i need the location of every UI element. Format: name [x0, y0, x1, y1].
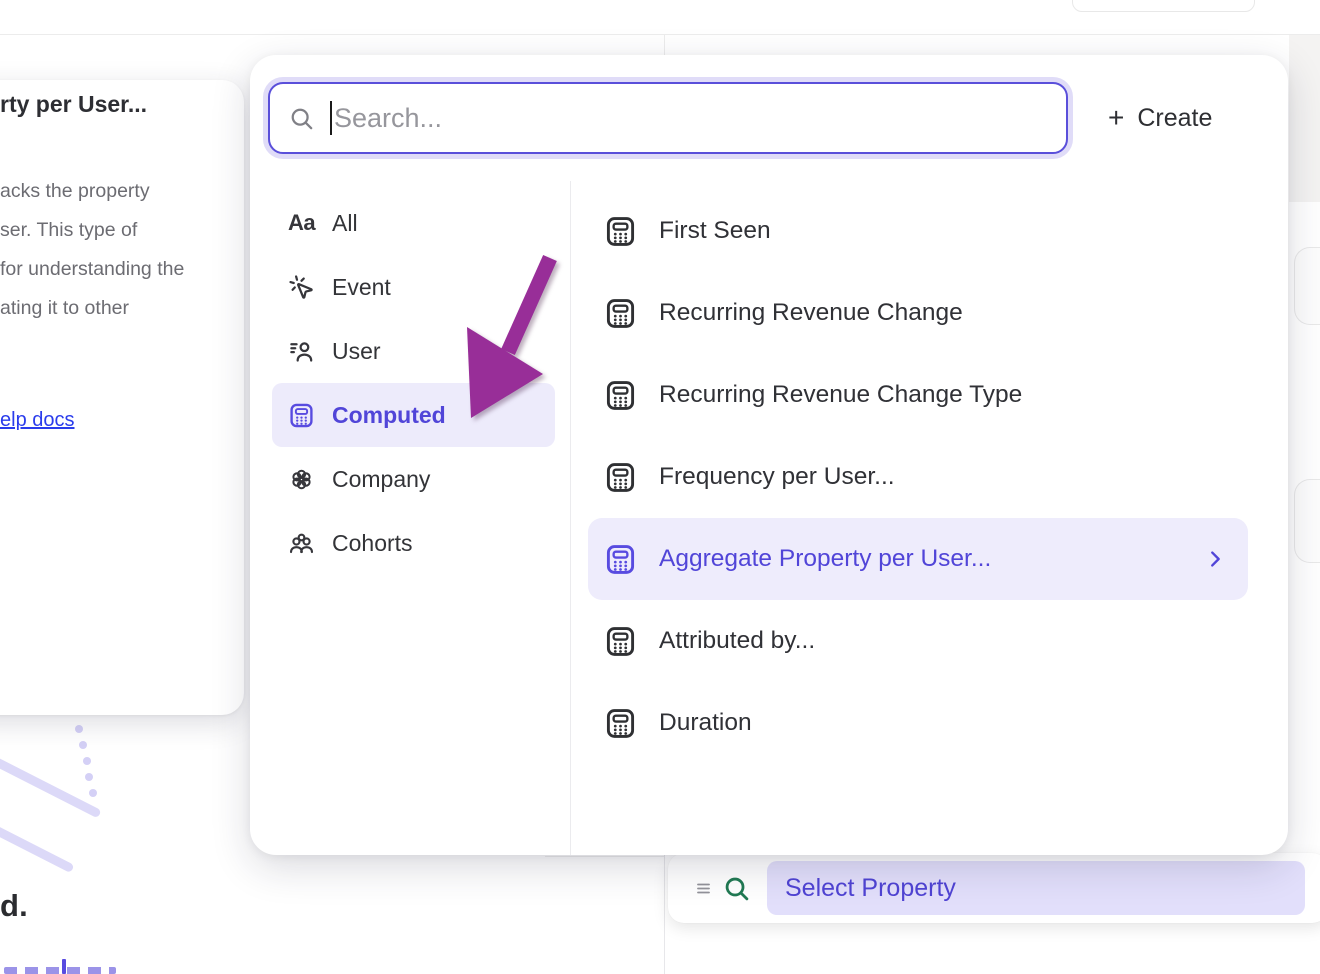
- tooltip-body-line: acks the property: [0, 172, 230, 211]
- help-tooltip-card: rty per User... acks the property ser. T…: [0, 80, 244, 715]
- calculator-icon: [288, 402, 315, 429]
- company-cluster-icon: [288, 466, 315, 493]
- calculator-icon: [604, 707, 637, 740]
- property-label: Duration: [659, 709, 752, 737]
- background-horizontal-divider: [0, 34, 1320, 35]
- property-item-frequency-per-user[interactable]: Frequency per User...: [588, 436, 1248, 518]
- background-peek-card: [1294, 247, 1320, 325]
- property-label: Recurring Revenue Change: [659, 299, 963, 327]
- search-box: [268, 82, 1068, 154]
- category-item-computed[interactable]: Computed: [272, 383, 555, 447]
- calculator-icon: [604, 625, 637, 658]
- property-picker-modal: + Create Aa All Event User: [250, 55, 1288, 855]
- search-icon: [722, 874, 751, 903]
- background-panel-edge: [545, 856, 664, 857]
- decorative-dot: [83, 757, 91, 765]
- background-vertical-divider-top: [664, 35, 665, 55]
- property-label: Frequency per User...: [659, 463, 895, 491]
- property-label: Attributed by...: [659, 627, 815, 655]
- select-property-button[interactable]: Select Property: [767, 861, 1305, 915]
- decorative-dot: [89, 789, 97, 797]
- background-vertical-divider-bottom: [664, 855, 665, 974]
- category-list: Aa All Event User Computed: [272, 191, 555, 575]
- chevron-right-icon: [1204, 548, 1226, 570]
- category-item-event[interactable]: Event: [272, 255, 555, 319]
- category-label: Cohorts: [332, 530, 413, 557]
- modal-column-divider: [570, 181, 571, 855]
- page: d. rty per User... acks the property ser…: [0, 0, 1320, 974]
- category-label: All: [332, 210, 358, 237]
- decorative-dot: [79, 741, 87, 749]
- property-item-recurring-revenue-change-type[interactable]: Recurring Revenue Change Type: [588, 354, 1248, 436]
- search-icon: [288, 105, 315, 132]
- calculator-icon: [604, 215, 637, 248]
- property-label: Recurring Revenue Change Type: [659, 381, 1022, 409]
- text-format-icon: Aa: [288, 210, 315, 237]
- search-input[interactable]: [332, 84, 1048, 152]
- help-docs-link[interactable]: elp docs: [0, 409, 75, 432]
- calculator-icon: [604, 543, 637, 576]
- create-button-label: Create: [1137, 104, 1212, 133]
- background-right-strip: [1289, 35, 1320, 202]
- category-item-cohorts[interactable]: Cohorts: [272, 511, 555, 575]
- property-item-aggregate-property-per-user[interactable]: Aggregate Property per User...: [588, 518, 1248, 600]
- category-label: Company: [332, 466, 430, 493]
- category-label: Event: [332, 274, 391, 301]
- property-list: First Seen Recurring Revenue Change: [588, 190, 1248, 764]
- calculator-icon: [604, 461, 637, 494]
- tooltip-body-line: for understanding the: [0, 250, 230, 289]
- drag-handle-icon[interactable]: [694, 879, 713, 898]
- tooltip-title: rty per User...: [0, 91, 147, 118]
- create-button[interactable]: + Create: [1108, 99, 1212, 137]
- calculator-icon: [604, 297, 637, 330]
- clipped-link-fragment-tick: [62, 959, 66, 974]
- clipped-canvas-heading: d.: [0, 888, 28, 924]
- property-item-duration[interactable]: Duration: [588, 682, 1248, 764]
- property-label: Aggregate Property per User...: [659, 545, 991, 573]
- tooltip-body: acks the property ser. This type of for …: [0, 172, 230, 328]
- cohorts-people-icon: [288, 530, 315, 557]
- calculator-icon: [604, 379, 637, 412]
- plus-icon: +: [1108, 104, 1124, 132]
- property-label: First Seen: [659, 217, 771, 245]
- tooltip-body-line: ating it to other: [0, 289, 230, 328]
- tooltip-body-line: ser. This type of: [0, 211, 230, 250]
- background-peek-card: [1294, 479, 1320, 563]
- property-item-first-seen[interactable]: First Seen: [588, 190, 1248, 272]
- property-selector-card: Select Property: [668, 853, 1320, 923]
- category-item-company[interactable]: Company: [272, 447, 555, 511]
- category-label: Computed: [332, 402, 446, 429]
- decorative-dot: [85, 773, 93, 781]
- category-item-user[interactable]: User: [272, 319, 555, 383]
- decorative-dot: [75, 725, 83, 733]
- user-profile-icon: [288, 338, 315, 365]
- background-partial-button: [1072, 0, 1255, 12]
- property-item-recurring-revenue-change[interactable]: Recurring Revenue Change: [588, 272, 1248, 354]
- category-label: User: [332, 338, 381, 365]
- property-item-attributed-by[interactable]: Attributed by...: [588, 600, 1248, 682]
- clipped-link-fragment: [4, 967, 116, 974]
- category-item-all[interactable]: Aa All: [272, 191, 555, 255]
- event-click-icon: [288, 274, 315, 301]
- decorative-line: [0, 792, 75, 873]
